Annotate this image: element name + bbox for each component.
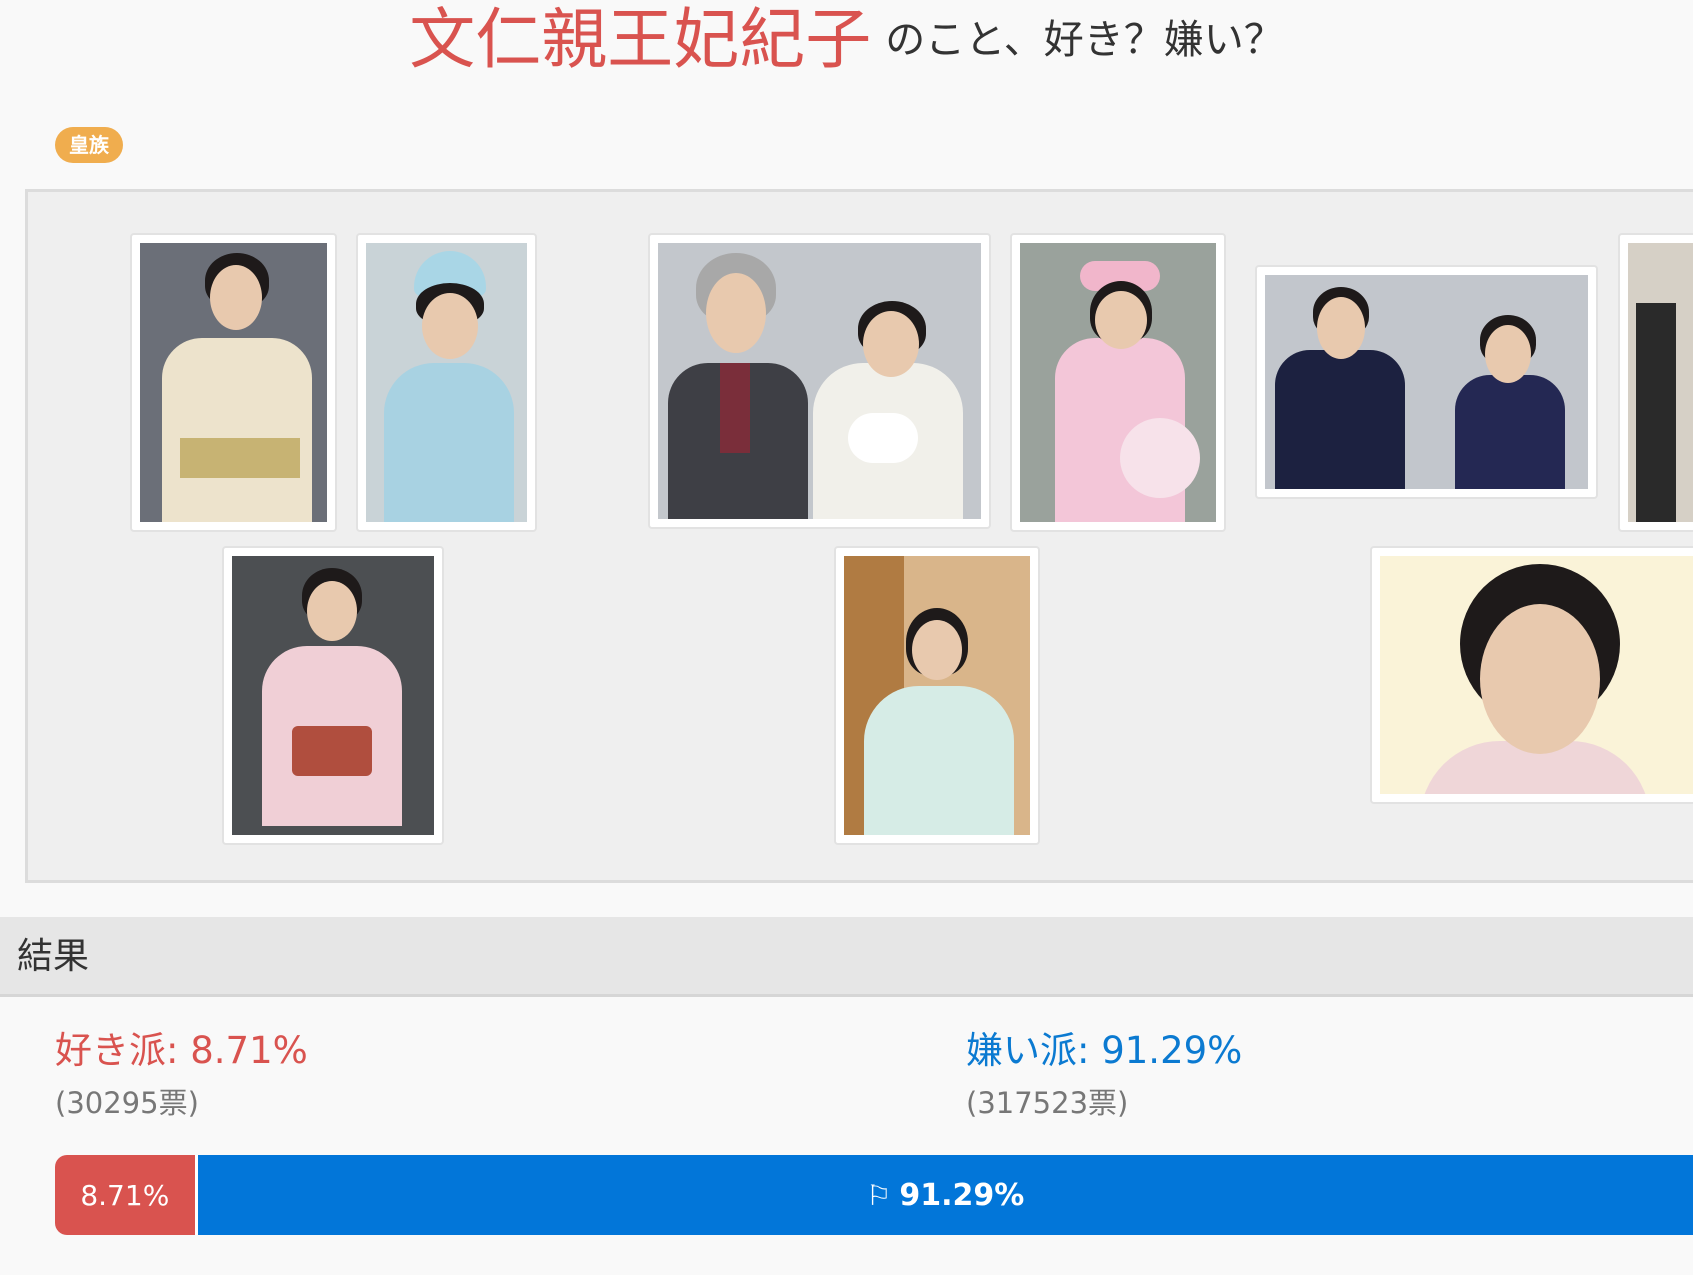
gallery-photo[interactable] [834,546,1040,845]
results-title: 結果 [17,936,90,977]
gallery-photo[interactable] [1618,233,1693,532]
gallery-photo[interactable] [1370,546,1693,804]
category-tag[interactable]: 皇族 [55,127,123,163]
question-text: のこと、好き？嫌い？ [885,17,1284,63]
person-name: 文仁親王妃紀子 [409,1,872,78]
gallery-photo[interactable] [222,546,444,845]
like-vote-count: (30295票) [55,1086,199,1120]
gallery-photo[interactable] [130,233,337,532]
like-bar-text: 8.71% [80,1178,170,1212]
dislike-percentage-label: 嫌い派: 91.29% [966,1029,1243,1072]
gallery-photo[interactable] [1255,265,1598,499]
result-progress-bar: 8.71% ⚐ 91.29% [55,1155,1693,1235]
dislike-vote-count: (317523票) [966,1086,1129,1120]
photo-gallery [25,189,1693,883]
like-percentage-label: 好き派: 8.71% [55,1029,308,1072]
gallery-photo[interactable] [648,233,991,529]
dislike-bar-text: 91.29% [899,1177,1025,1213]
gallery-photo[interactable] [356,233,537,532]
dislike-bar-segment: ⚐ 91.29% [197,1155,1693,1235]
results-header: 結果 [0,917,1693,997]
checkered-flag-icon: ⚐ [866,1178,892,1212]
gallery-photo[interactable] [1010,233,1226,532]
like-bar-segment: 8.71% [55,1155,198,1235]
page-title: 文仁親王妃紀子 のこと、好き？嫌い？ [0,0,1693,80]
